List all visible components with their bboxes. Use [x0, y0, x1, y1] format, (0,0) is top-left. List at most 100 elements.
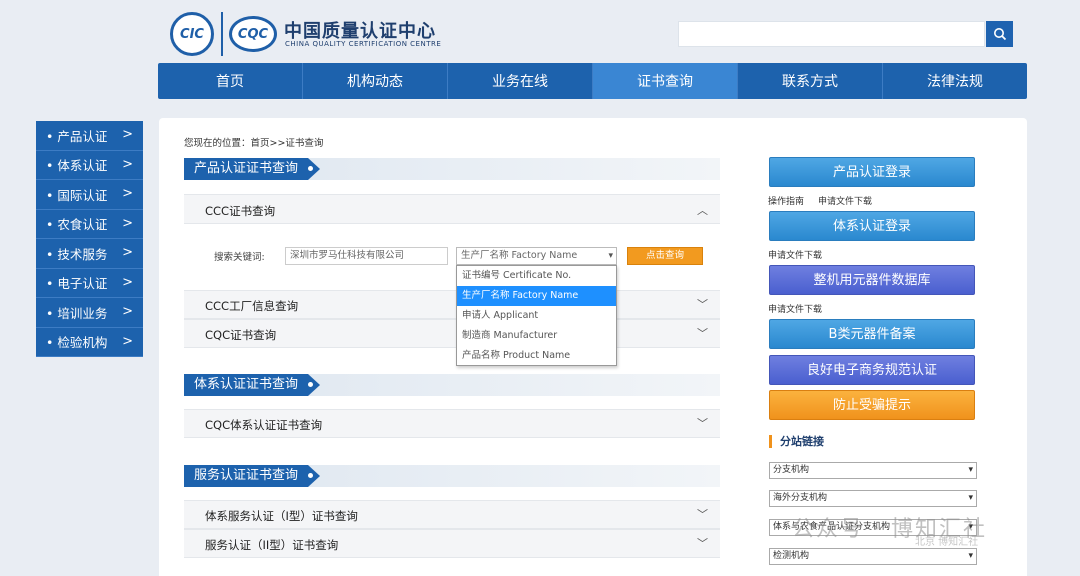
sidebar-item-label: • 产品认证: [46, 128, 108, 144]
sidebar-item-training[interactable]: • 培训业务 >: [36, 298, 143, 328]
nav-cert-query[interactable]: 证书查询: [593, 63, 738, 99]
accordion-title: CQC体系认证证书查询: [205, 418, 323, 432]
sidebar-item-label: • 电子认证: [46, 276, 108, 292]
accordion-title: CQC证书查询: [205, 328, 277, 342]
nav-laws[interactable]: 法律法规: [883, 63, 1027, 99]
section-title: 产品认证证书查询: [184, 158, 321, 180]
sidebar-item-label: • 体系认证: [46, 158, 108, 174]
testing-institution-select[interactable]: 检测机构 ▾: [769, 548, 977, 565]
chevron-right-icon: >: [122, 274, 133, 290]
apply-download-link[interactable]: 申请文件下载: [768, 302, 822, 315]
chevron-right-icon: >: [122, 156, 133, 172]
chevron-down-icon: ﹀: [697, 298, 708, 311]
main-nav: 首页 机构动态 业务在线 证书查询 联系方式 法律法规: [158, 63, 1027, 99]
sidebar-item-product[interactable]: • 产品认证 >: [36, 121, 143, 151]
fraud-warning-button[interactable]: 防止受骗提示: [769, 390, 975, 420]
accordion-title: CCC工厂信息查询: [205, 299, 299, 313]
sidebar-item-tech-service[interactable]: • 技术服务 >: [36, 239, 143, 269]
query-button[interactable]: 点击查询: [627, 247, 703, 265]
select-value: 分支机构: [773, 465, 810, 475]
accordion-service-type2[interactable]: 服务认证（II型）证书查询 ﹀: [184, 529, 720, 558]
select-value: 海外分支机构: [773, 493, 828, 503]
accordion-cqc[interactable]: CQC证书查询 ﹀: [184, 319, 720, 348]
search-icon: [993, 28, 1006, 41]
bullet-icon: [308, 382, 313, 387]
site-search-input[interactable]: [678, 21, 985, 47]
cqc-logo: CQC: [229, 16, 277, 52]
chevron-down-icon: ﹀: [697, 327, 708, 340]
chevron-right-icon: >: [122, 127, 133, 142]
sidebar-item-agrifood[interactable]: • 农食认证 >: [36, 210, 143, 239]
option-applicant[interactable]: 申请人 Applicant: [457, 306, 616, 326]
chevron-down-icon: ▾: [968, 551, 973, 561]
sidebar-item-label: • 国际认证: [46, 187, 108, 203]
select-value: 检测机构: [773, 551, 810, 561]
accordion-ccc-factory[interactable]: CCC工厂信息查询 ﹀: [184, 290, 720, 319]
chevron-right-icon: >: [122, 245, 133, 260]
watermark-sub: 北京 博知汇社: [915, 537, 979, 548]
section-header-product: 产品认证证书查询: [184, 158, 720, 180]
chevron-down-icon: ﹀: [697, 508, 708, 521]
search-type-select[interactable]: 生产厂名称 Factory Name ▾: [456, 247, 617, 265]
sidebar-item-label: • 农食认证: [46, 217, 108, 233]
nav-contact[interactable]: 联系方式: [738, 63, 883, 99]
chevron-right-icon: >: [122, 215, 133, 231]
accordion-title: CCC证书查询: [205, 204, 276, 218]
chevron-right-icon: >: [122, 186, 133, 201]
select-value: 生产厂名称 Factory Name: [461, 250, 578, 261]
brand-name-en: CHINA QUALITY CERTIFICATION CENTRE: [285, 40, 442, 48]
nav-home[interactable]: 首页: [158, 63, 303, 99]
chevron-down-icon: ▾: [608, 251, 613, 261]
chevron-down-icon: ﹀: [697, 417, 708, 430]
sidebar-item-label: • 培训业务: [46, 305, 108, 321]
class-b-components-button[interactable]: B类元器件备案: [769, 319, 975, 349]
chevron-up-icon: ︿: [697, 204, 708, 217]
sidebar-item-system[interactable]: • 体系认证 >: [36, 151, 143, 180]
overseas-branch-select[interactable]: 海外分支机构 ▾: [769, 490, 977, 507]
sidebar-item-label: • 技术服务: [46, 246, 108, 262]
section-title: 体系认证证书查询: [184, 374, 321, 396]
accordion-ccc[interactable]: CCC证书查询 ︿: [184, 194, 720, 224]
nav-business[interactable]: 业务在线: [448, 63, 593, 99]
apply-download-link[interactable]: 申请文件下载: [818, 194, 872, 207]
keyword-input[interactable]: 深圳市罗马仕科技有限公司: [285, 247, 448, 265]
product-cert-login-button[interactable]: 产品认证登录: [769, 157, 975, 187]
search-type-dropdown: 证书编号 Certificate No. 生产厂名称 Factory Name …: [456, 265, 617, 366]
accordion-service-type1[interactable]: 体系服务认证（I型）证书查询 ﹀: [184, 500, 720, 529]
section-header-service: 服务认证证书查询: [184, 465, 720, 487]
apply-download-link[interactable]: 申请文件下载: [768, 248, 822, 261]
branch-select[interactable]: 分支机构 ▾: [769, 462, 977, 479]
search-button[interactable]: [986, 21, 1013, 47]
section-title: 服务认证证书查询: [184, 465, 321, 487]
nav-news[interactable]: 机构动态: [303, 63, 448, 99]
accordion-title: 服务认证（II型）证书查询: [205, 538, 339, 552]
cic-logo: CIC: [170, 12, 214, 56]
option-certificate-no[interactable]: 证书编号 Certificate No.: [457, 266, 616, 286]
sidebar-item-inspection[interactable]: • 检验机构 >: [36, 328, 143, 357]
accordion-cqc-system[interactable]: CQC体系认证证书查询 ﹀: [184, 409, 720, 438]
chevron-right-icon: >: [122, 304, 133, 319]
ecommerce-cert-button[interactable]: 良好电子商务规范认证: [769, 355, 975, 385]
sidebar-item-label: • 检验机构: [46, 335, 108, 351]
sidebar-item-international[interactable]: • 国际认证 >: [36, 180, 143, 210]
logo-divider: [221, 12, 223, 56]
section-header-system: 体系认证证书查询: [184, 374, 720, 396]
bullet-icon: [308, 473, 313, 478]
system-cert-login-button[interactable]: 体系认证登录: [769, 211, 975, 241]
accordion-title: 体系服务认证（I型）证书查询: [205, 509, 358, 523]
guide-link[interactable]: 操作指南: [768, 194, 804, 207]
chevron-right-icon: >: [122, 333, 133, 349]
keyword-label: 搜索关键词:: [214, 252, 265, 263]
bullet-icon: [308, 166, 313, 171]
branch-links-title: 分站链接: [769, 435, 824, 448]
left-sidebar: • 产品认证 > • 体系认证 > • 国际认证 > • 农食认证 > • 技术服务 > …: [36, 121, 143, 357]
components-database-button[interactable]: 整机用元器件数据库: [769, 265, 975, 295]
option-manufacturer[interactable]: 制造商 Manufacturer: [457, 326, 616, 346]
option-product-name[interactable]: 产品名称 Product Name: [457, 346, 616, 366]
breadcrumb: 您现在的位置：首页>>证书查询: [184, 138, 324, 149]
chevron-down-icon: ▾: [968, 465, 973, 475]
chevron-down-icon: ﹀: [697, 537, 708, 550]
option-factory-name[interactable]: 生产厂名称 Factory Name: [457, 286, 616, 306]
chevron-down-icon: ▾: [968, 493, 973, 503]
sidebar-item-e-cert[interactable]: • 电子认证 >: [36, 269, 143, 298]
